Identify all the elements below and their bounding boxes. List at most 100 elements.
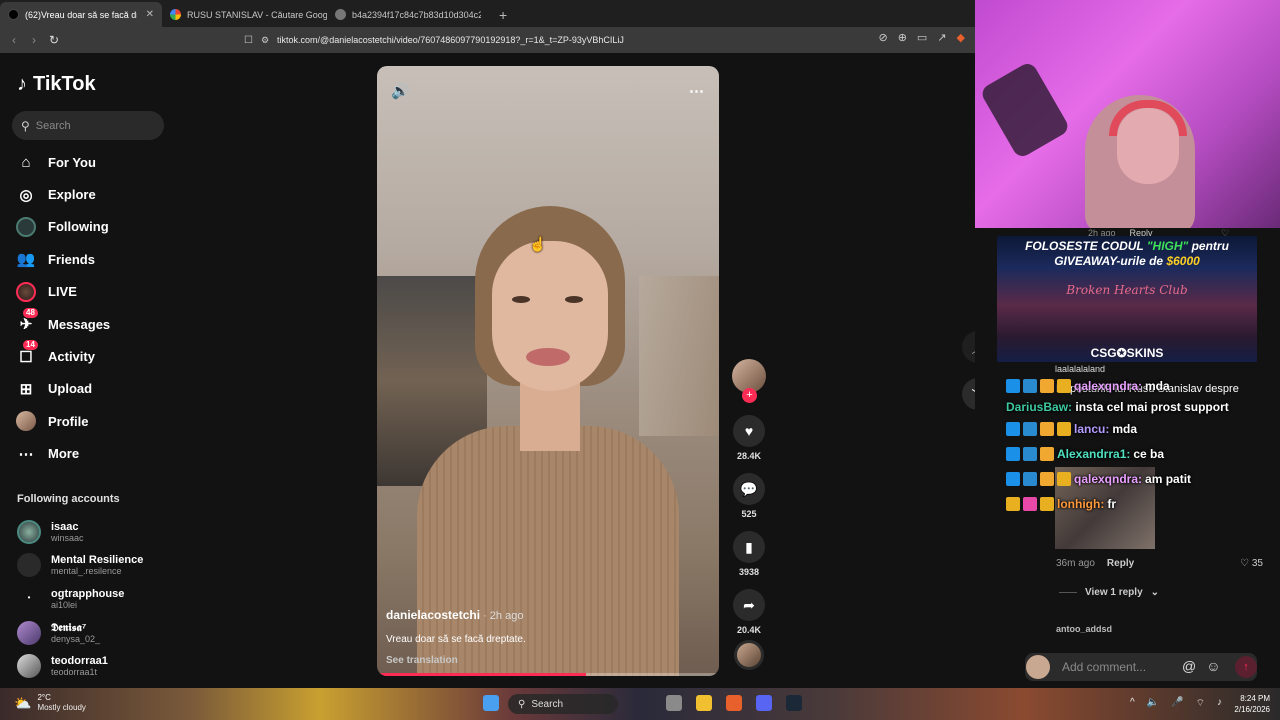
cast-icon[interactable]: ▭ — [917, 31, 927, 44]
comment-button[interactable]: 💬 — [733, 473, 765, 505]
video-caption: danielacostetchi · 2h ago Vreau doar să … — [386, 608, 526, 666]
bookmark-icon: ▮ — [745, 538, 753, 555]
chat-message: DariusBaw: insta cel mai prost support — [1006, 398, 1276, 416]
sidebar-item-messages[interactable]: ✈ 48 Messages — [16, 307, 110, 340]
save-button[interactable]: ▮ — [733, 531, 765, 563]
video-frame-lips — [526, 348, 570, 366]
mouse-cursor-icon: ☝ — [529, 236, 547, 252]
chat-message: qalexqndra: am patit — [1006, 466, 1276, 491]
stream-promo-banner: FOLOSESTE CODUL "HIGH" pentru GIVEAWAY-u… — [997, 236, 1257, 362]
promo-brand: CSG✪SKINS — [1090, 346, 1164, 360]
eye-off-icon[interactable]: ⊘ — [878, 31, 887, 44]
file-explorer-icon[interactable] — [696, 695, 712, 711]
add-comment-input[interactable]: Add comment... — [1025, 653, 1257, 681]
chat-text: am patit — [1145, 471, 1192, 486]
brave-icon[interactable] — [726, 695, 742, 711]
tab-google[interactable]: RUSU STANISLAV - Căutare Google — [162, 2, 327, 27]
vip-badge-icon — [1023, 496, 1037, 511]
like-button[interactable]: ♥ — [733, 415, 765, 447]
sidebar-item-label: Upload — [48, 381, 93, 397]
tiktok-logo[interactable]: ♪ TikTok — [17, 73, 96, 96]
discord-icon[interactable] — [756, 695, 772, 711]
chat-message: lonhigh: fr — [1006, 491, 1276, 516]
video-frame-shelf — [639, 276, 719, 436]
taskbar-clock[interactable]: 8:24 PM 2/16/2026 — [1234, 693, 1270, 715]
share-button[interactable]: ➦ — [733, 589, 765, 621]
account-handle: winsaac — [51, 532, 84, 543]
video-username[interactable]: danielacostetchi — [386, 608, 480, 622]
sub-badge-icon — [1023, 471, 1037, 486]
sidebar-item-explore[interactable]: ◎ Explore — [16, 178, 110, 210]
back-icon[interactable]: ‹ — [4, 33, 24, 47]
follow-plus-icon[interactable]: + — [742, 388, 757, 403]
sidebar-item-profile[interactable]: Profile — [16, 405, 110, 437]
following-account[interactable]: 𝕯𝖊𝖓𝖎𝖘𝖆⁷ denysa_02_ — [17, 616, 143, 650]
avatar: • — [17, 586, 41, 611]
clock-time: 8:24 PM — [1240, 694, 1270, 703]
music-disc-avatar[interactable] — [734, 640, 764, 670]
sidebar-item-following[interactable]: Following — [16, 211, 110, 243]
sidebar-item-activity[interactable]: ☐ 14 Activity — [16, 340, 110, 372]
google-favicon-icon — [170, 9, 181, 20]
following-account[interactable]: isaac winsaac — [17, 515, 143, 549]
reply-button[interactable]: Reply — [1107, 558, 1134, 569]
video-player[interactable]: 🔊 ⋯ danielacostetchi · 2h ago Vreau doar… — [377, 66, 719, 676]
pinned-apps — [666, 695, 802, 711]
steam-icon[interactable] — [786, 695, 802, 711]
volume-icon[interactable]: 🔈 — [1147, 697, 1159, 710]
chevron-up-icon[interactable]: ^ — [1130, 697, 1135, 710]
network-icon[interactable]: ⌔ — [1196, 697, 1205, 710]
add-comment-placeholder: Add comment... — [1062, 660, 1147, 674]
comment-likes[interactable]: ♡ 35 — [1240, 558, 1263, 569]
tiktok-favicon-icon — [8, 9, 19, 20]
tab-image[interactable]: b4a2394f17c84c7b83d10d304c21d8 — [327, 2, 489, 27]
see-translation-button[interactable]: See translation — [386, 655, 526, 666]
post-comment-button[interactable]: ↑ — [1235, 656, 1257, 678]
sidebar-item-upload[interactable]: ⊞ Upload — [16, 373, 110, 405]
volume-icon[interactable]: 🔊 — [391, 82, 410, 100]
mention-icon[interactable]: @ — [1182, 658, 1196, 674]
new-tab-button[interactable]: + — [489, 2, 517, 27]
taskbar-search[interactable]: ⚲ Search — [508, 694, 618, 714]
more-options-icon[interactable]: ⋯ — [689, 82, 705, 100]
sidebar-item-friends[interactable]: 👥 Friends — [16, 243, 110, 275]
emoji-icon[interactable]: ☺ — [1206, 658, 1220, 674]
sidebar-item-for-you[interactable]: ⌂ For You — [16, 146, 110, 178]
sidebar-item-live[interactable]: LIVE — [16, 276, 110, 308]
cloud-icon: ⛅ — [14, 694, 32, 711]
microphone-icon[interactable]: 🎤 — [1171, 697, 1183, 710]
reload-icon[interactable]: ↻ — [44, 33, 64, 47]
comment-username[interactable]: antoo_addsd — [1056, 624, 1112, 634]
following-accounts-title: Following accounts — [17, 493, 120, 505]
gift-badge-icon — [1040, 378, 1054, 393]
site-info-icon[interactable]: ⚙ — [261, 35, 269, 46]
url-text[interactable]: tiktok.com/@danielacostetchi/video/76074… — [277, 35, 624, 45]
following-account[interactable]: • ogtrapphouse ai10lei — [17, 582, 143, 616]
profile-avatar-icon — [16, 411, 36, 432]
windows-start-icon[interactable] — [483, 695, 499, 711]
streamer-webcam — [975, 0, 1280, 228]
search-input[interactable]: ⚲ Search — [12, 111, 164, 140]
close-tab-icon[interactable]: ✕ — [146, 9, 154, 20]
sidebar-item-more[interactable]: ⋯ More — [16, 438, 110, 470]
tab-tiktok[interactable]: (62)Vreau doar să se facă dreptate ✕ — [0, 2, 162, 27]
share-icon[interactable]: ↗ — [937, 31, 946, 44]
share-arrow-icon: ➦ — [743, 596, 755, 613]
sidebar-item-label: Profile — [48, 413, 89, 429]
address-bar[interactable]: ☐ ⚙ tiktok.com/@danielacostetchi/video/7… — [244, 30, 844, 50]
following-account[interactable]: Mental Resilience mental_.resilence — [17, 549, 143, 583]
video-progress-bar[interactable] — [377, 673, 719, 676]
forward-icon[interactable]: › — [24, 33, 44, 47]
crown-badge-icon — [1057, 378, 1071, 393]
crown-badge-icon — [1057, 471, 1071, 486]
creator-avatar[interactable]: + — [732, 359, 766, 403]
following-account[interactable]: teodorraa1 teodorraa1t — [17, 649, 143, 683]
view-replies-button[interactable]: View 1 reply ⌄ — [1059, 587, 1159, 598]
weather-widget[interactable]: ⛅ 2°C Mostly cloudy — [14, 693, 86, 713]
task-view-icon[interactable] — [666, 695, 682, 711]
sub-badge-icon — [1023, 421, 1037, 436]
bookmark-icon[interactable]: ☐ — [244, 35, 253, 46]
brave-shield-icon[interactable]: ◆ — [957, 31, 965, 44]
zoom-icon[interactable]: ⊕ — [898, 31, 907, 44]
speaker-icon[interactable]: ♪ — [1217, 697, 1222, 710]
